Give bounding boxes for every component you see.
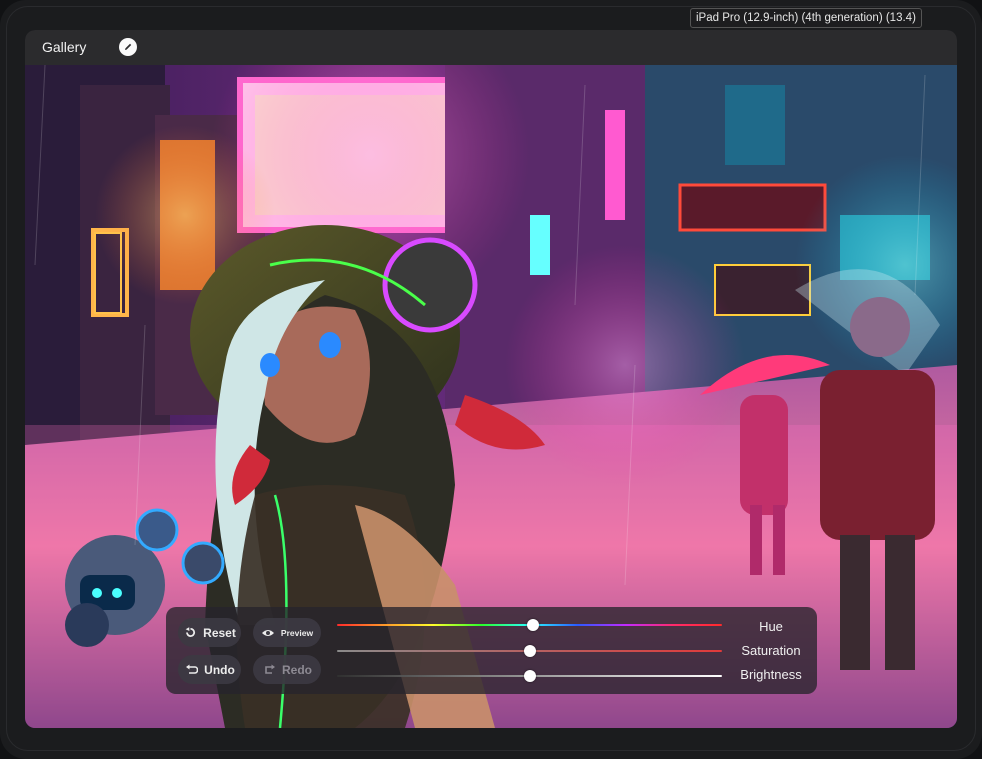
navigation-bar: Gallery: [25, 30, 957, 65]
reset-button[interactable]: Reset: [178, 618, 241, 647]
saturation-label: Saturation: [741, 643, 801, 658]
app-screen: Gallery Reset Preview Undo Redo Hue Satu…: [25, 30, 957, 728]
reset-icon: [183, 626, 197, 640]
undo-icon: [184, 663, 198, 677]
ipad-simulator-frame: iPad Pro (12.9-inch) (4th generation) (1…: [0, 0, 982, 759]
simulator-device-label: iPad Pro (12.9-inch) (4th generation) (1…: [690, 8, 922, 28]
hue-slider-knob[interactable]: [527, 619, 540, 631]
gallery-button[interactable]: Gallery: [42, 39, 86, 55]
undo-button[interactable]: Undo: [178, 655, 241, 684]
pencil-icon: [125, 43, 132, 50]
redo-icon: [262, 663, 276, 677]
edit-button[interactable]: [119, 38, 137, 56]
preview-label: Preview: [280, 627, 314, 638]
undo-label: Undo: [204, 662, 235, 677]
adjustment-panel: Reset Preview Undo Redo Hue Saturation B…: [166, 607, 817, 694]
eye-icon: [261, 626, 275, 640]
redo-button[interactable]: Redo: [253, 655, 321, 684]
reset-label: Reset: [203, 625, 236, 640]
hue-label: Hue: [759, 619, 783, 634]
brightness-label: Brightness: [740, 667, 802, 682]
redo-label: Redo: [282, 662, 312, 677]
preview-button[interactable]: Preview: [253, 618, 321, 647]
brightness-slider-knob[interactable]: [523, 670, 536, 682]
saturation-slider-knob[interactable]: [523, 645, 536, 657]
